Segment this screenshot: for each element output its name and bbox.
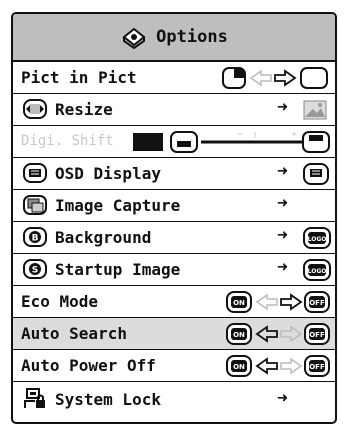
background-icon-letter: B bbox=[32, 234, 39, 244]
menu-item-pict-in-pict[interactable]: Pict in Pict bbox=[13, 62, 335, 94]
background-icon: B bbox=[23, 227, 47, 247]
submenu-arrow-icon: ➜ bbox=[277, 388, 288, 409]
menu-item-digi-shift: Digi. Shift − + bbox=[13, 126, 335, 158]
menu-item-label: Resize bbox=[55, 100, 113, 119]
system-lock-icon bbox=[24, 388, 45, 408]
menu-item-label: OSD Display bbox=[55, 164, 161, 183]
logo-badge: LOGO bbox=[303, 259, 331, 281]
slider-plus-label: + bbox=[291, 129, 297, 140]
submenu-arrow-icon: ➜ bbox=[277, 161, 288, 182]
auto-power-off-toggle[interactable]: ON OFF bbox=[225, 353, 333, 379]
on-badge-label: ON bbox=[233, 363, 245, 371]
picture-icon bbox=[303, 100, 327, 120]
logo-badge-label: LOGO bbox=[308, 236, 327, 243]
slider-minus-label: − bbox=[237, 129, 243, 140]
menu-item-label: Background bbox=[55, 228, 152, 247]
on-badge-label: ON bbox=[233, 299, 245, 307]
menu-item-label: Auto Search bbox=[21, 324, 127, 343]
menu-header: Options bbox=[13, 14, 335, 62]
menu-item-label: Eco Mode bbox=[21, 292, 99, 311]
menu-item-osd-display[interactable]: OSD Display ➜ bbox=[13, 158, 335, 190]
resize-icon bbox=[23, 99, 47, 119]
pip-toggle[interactable] bbox=[221, 65, 331, 91]
menu-item-auto-search[interactable]: Auto Search ON OFF bbox=[13, 318, 335, 350]
image-capture-icon bbox=[23, 195, 47, 215]
osd-display-icon bbox=[23, 163, 47, 183]
startup-image-icon: S bbox=[23, 259, 47, 279]
off-badge-label: OFF bbox=[309, 363, 325, 371]
on-badge-label: ON bbox=[233, 331, 245, 339]
osd-display-icon bbox=[303, 163, 329, 185]
startup-icon-letter: S bbox=[32, 266, 38, 276]
logo-badge: LOGO bbox=[303, 227, 331, 249]
submenu-arrow-icon: ➜ bbox=[277, 225, 288, 246]
submenu-arrow-icon: ➜ bbox=[277, 257, 288, 278]
menu-item-system-lock[interactable]: System Lock ➜ bbox=[13, 382, 335, 422]
submenu-arrow-icon: ➜ bbox=[277, 193, 288, 214]
menu-item-image-capture[interactable]: Image Capture ➜ bbox=[13, 190, 335, 222]
menu-item-label: Digi. Shift bbox=[21, 133, 114, 149]
menu-item-label: System Lock bbox=[55, 390, 161, 409]
menu-item-label: Image Capture bbox=[55, 196, 181, 215]
menu-item-label: Pict in Pict bbox=[21, 68, 137, 87]
menu-item-resize[interactable]: Resize ➜ bbox=[13, 94, 335, 126]
off-badge-label: OFF bbox=[309, 299, 325, 307]
options-icon bbox=[122, 27, 146, 49]
menu-item-label: Auto Power Off bbox=[21, 356, 156, 375]
menu-item-label: Startup Image bbox=[55, 260, 181, 279]
menu-item-background[interactable]: B Background ➜ LOGO bbox=[13, 222, 335, 254]
eco-mode-toggle[interactable]: ON OFF bbox=[225, 289, 333, 315]
submenu-arrow-icon: ➜ bbox=[277, 97, 288, 118]
logo-badge-label: LOGO bbox=[308, 268, 327, 275]
off-badge-label: OFF bbox=[309, 331, 325, 339]
auto-search-toggle[interactable]: ON OFF bbox=[225, 321, 333, 347]
digi-shift-slider: − + bbox=[133, 129, 330, 153]
menu-item-eco-mode[interactable]: Eco Mode ON OFF bbox=[13, 286, 335, 318]
menu-title: Options bbox=[156, 27, 228, 47]
menu-item-auto-power-off[interactable]: Auto Power Off ON OFF bbox=[13, 350, 335, 382]
options-menu: Options Pict in Pict Resize ➜ Digi. Shif… bbox=[11, 12, 337, 424]
menu-item-startup-image[interactable]: S Startup Image ➜ LOGO bbox=[13, 254, 335, 286]
